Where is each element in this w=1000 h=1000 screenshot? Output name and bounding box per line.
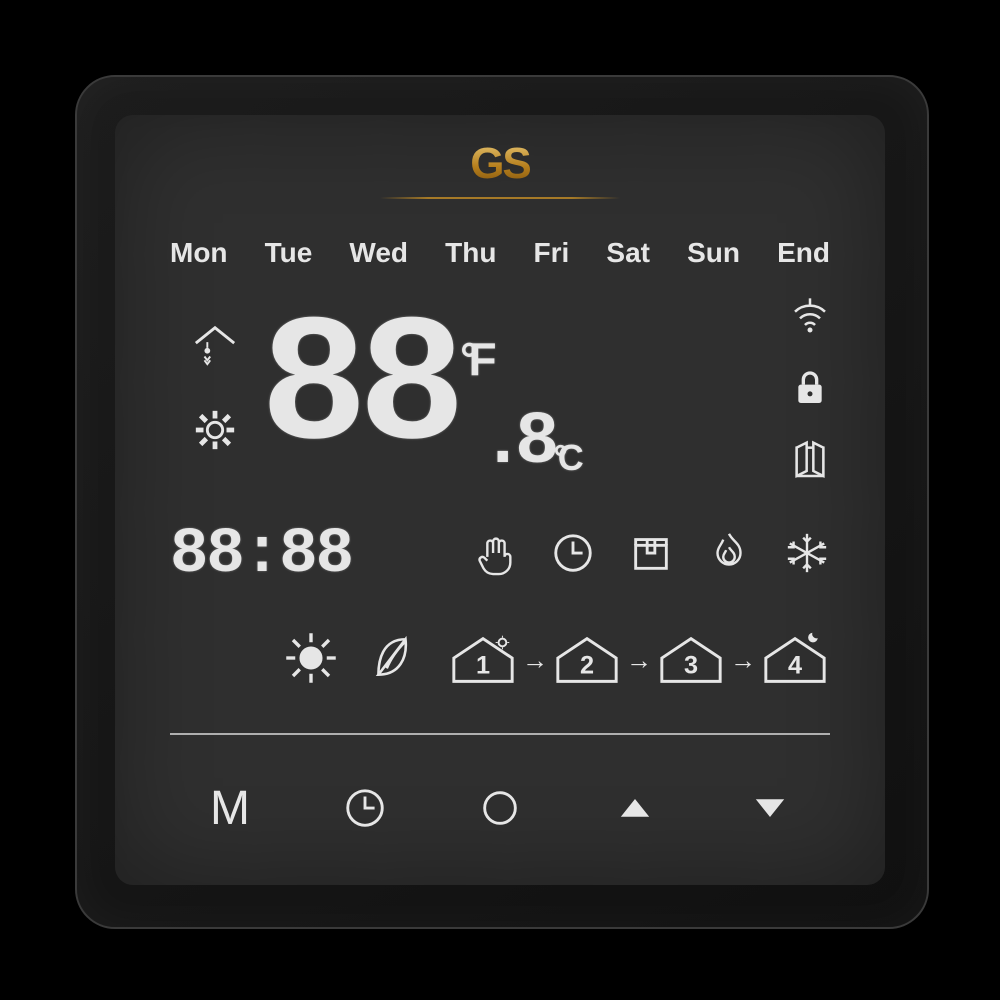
wifi-icon	[790, 295, 830, 340]
day-fri: Fri	[534, 237, 570, 269]
svg-text:2: 2	[580, 652, 594, 680]
day-end: End	[777, 237, 830, 269]
temp-digits: 88	[260, 300, 456, 480]
up-button[interactable]	[580, 763, 690, 853]
timer-button[interactable]	[310, 763, 420, 853]
cool-mode-icon	[784, 530, 830, 581]
day-row: Mon Tue Wed Thu Fri Sat Sun End	[170, 237, 830, 269]
svg-text:1: 1	[476, 652, 490, 680]
period-3-icon: 3	[656, 632, 726, 688]
period-arrow-icon: →	[522, 645, 548, 676]
touch-button-row: M	[175, 763, 825, 853]
day-wed: Wed	[349, 237, 408, 269]
thermostat-face: GS Mon Tue Wed Thu Fri Sat Sun End	[115, 115, 885, 885]
temperature-display: 88 °F .8 °C	[260, 300, 574, 480]
clock-display: 88:88	[170, 519, 352, 591]
schedule-mode-icon	[550, 530, 596, 581]
temp-unit-c: °C	[553, 440, 573, 476]
eco-period-icon	[368, 631, 418, 690]
period-4-icon: 4	[760, 632, 830, 688]
temp-decimal: .8	[481, 406, 550, 480]
manual-mode-icon	[472, 530, 518, 581]
svg-text:4: 4	[788, 652, 802, 680]
temp-unit-f: °F	[460, 336, 487, 382]
brand-text: GS	[470, 139, 530, 189]
power-button[interactable]	[445, 763, 555, 853]
day-tue: Tue	[265, 237, 313, 269]
away-mode-icon	[628, 530, 674, 581]
window-open-icon	[790, 441, 830, 486]
period-arrow-icon: →	[730, 645, 756, 676]
settings-icon	[192, 407, 238, 458]
heat-mode-icon	[706, 530, 752, 581]
sun-period-icon	[284, 631, 338, 690]
period-arrow-icon: →	[626, 645, 652, 676]
period-row: 1 → 2 → 3 → 4	[170, 620, 830, 700]
brand-logo: GS	[115, 139, 885, 199]
day-sat: Sat	[606, 237, 650, 269]
touch-divider	[170, 733, 830, 735]
day-mon: Mon	[170, 237, 228, 269]
period-1-icon: 1	[448, 632, 518, 688]
mode-button-label: M	[210, 781, 250, 836]
floor-sensor-icon	[192, 322, 238, 373]
down-button[interactable]	[715, 763, 825, 853]
lock-icon	[790, 368, 830, 413]
day-sun: Sun	[687, 237, 740, 269]
day-thu: Thu	[445, 237, 496, 269]
period-2-icon: 2	[552, 632, 622, 688]
brand-rule	[380, 197, 620, 199]
svg-text:3: 3	[684, 652, 698, 680]
mode-button[interactable]: M	[175, 763, 285, 853]
